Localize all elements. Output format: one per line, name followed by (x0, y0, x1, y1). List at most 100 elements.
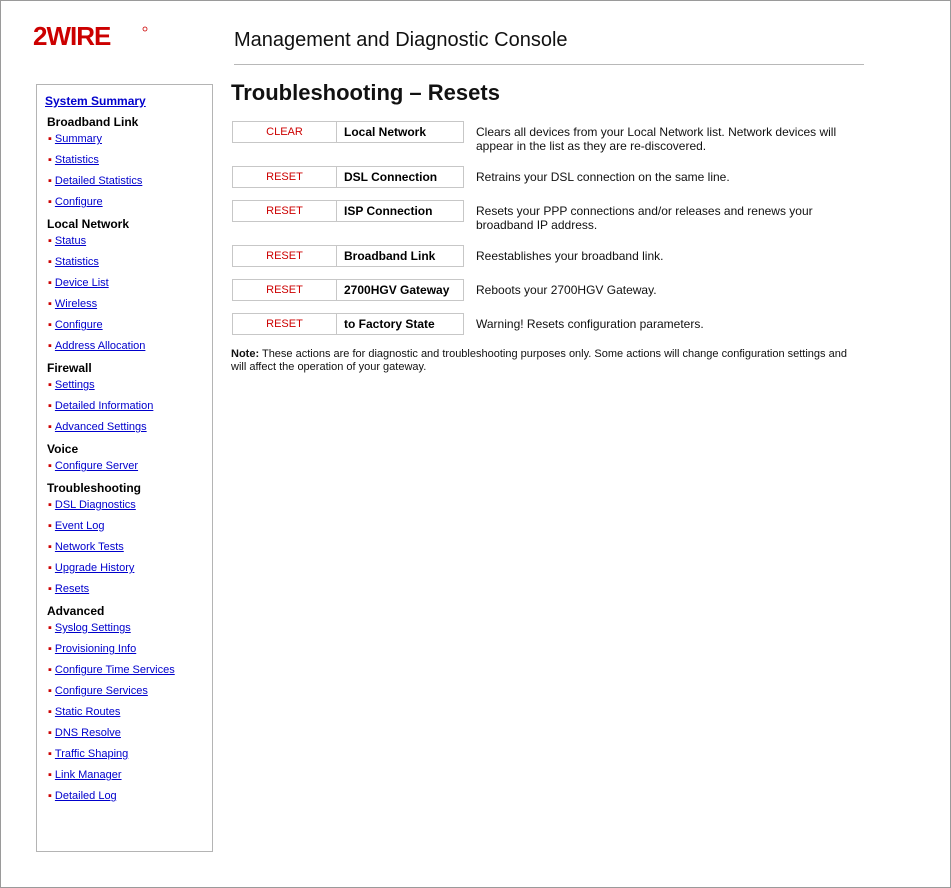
nav-item-advanced-syslog-settings: ▪ Syslog Settings (48, 621, 212, 635)
nav-link[interactable]: DNS Resolve (55, 727, 121, 739)
action-row-local-network: CLEAR Local Network Clears all devices fro… (232, 121, 872, 166)
nav-link[interactable]: Configure Services (55, 685, 148, 697)
nav-link[interactable]: Summary (55, 133, 102, 145)
action-name: DSL Connection (337, 166, 464, 188)
bullet-icon: ▪ (48, 196, 52, 208)
action-name: to Factory State (337, 313, 464, 335)
nav-link[interactable]: DSL Diagnostics (55, 499, 136, 511)
nav-item-broadband-link-summary: ▪ Summary (48, 132, 212, 146)
nav-item-advanced-configure-services: ▪ Configure Services (48, 684, 212, 698)
nav-item-troubleshooting-network-tests: ▪ Network Tests (48, 540, 212, 554)
bullet-icon: ▪ (48, 235, 52, 247)
nav-group-broadband-link: Broadband Link ▪ Summary ▪ Statistics ▪ Detail… (44, 115, 212, 209)
nav-item-local-network-configure: ▪ Configure (48, 318, 212, 332)
reset-actions-table: CLEAR Local Network Clears all devices fro… (232, 121, 872, 347)
system-summary-link[interactable]: System Summary (45, 94, 212, 108)
nav-section-title: Broadband Link (47, 115, 139, 129)
nav-link[interactable]: Configure Time Services (55, 664, 175, 676)
nav-item-advanced-link-manager: ▪ Link Manager (48, 768, 212, 782)
nav-item-advanced-configure-time-services: ▪ Configure Time Services (48, 663, 212, 677)
bullet-icon: ▪ (48, 298, 52, 310)
nav-link[interactable]: Wireless (55, 298, 97, 310)
action-description: Reestablishes your broadband link. (476, 249, 664, 263)
nav-item-voice-configure-server: ▪ Configure Server (48, 459, 212, 473)
nav-section-title: Firewall (47, 361, 92, 375)
nav-link[interactable]: Detailed Log (55, 790, 117, 802)
nav-link[interactable]: Upgrade History (55, 562, 134, 574)
nav-section-title: Troubleshooting (47, 481, 141, 495)
bullet-icon: ▪ (48, 685, 52, 697)
nav-group-troubleshooting: Troubleshooting ▪ DSL Diagnostics ▪ Event Lo… (44, 481, 212, 596)
bullet-icon: ▪ (48, 133, 52, 145)
nav-link[interactable]: Detailed Statistics (55, 175, 142, 187)
nav-group-voice: Voice ▪ Configure Server (44, 442, 212, 473)
nav-item-local-network-status: ▪ Status (48, 234, 212, 248)
note-body: These actions are for diagnostic and tro… (231, 348, 847, 373)
nav-group-firewall: Firewall ▪ Settings ▪ Detailed Information ▪ A… (44, 361, 212, 434)
nav-groups: Broadband Link ▪ Summary ▪ Statistics ▪ Detail… (44, 115, 212, 803)
nav-link[interactable]: Resets (55, 583, 89, 595)
nav-link[interactable]: Configure (55, 319, 103, 331)
reset-to-factory-state-button[interactable]: RESET (232, 313, 337, 335)
bullet-icon: ▪ (48, 769, 52, 781)
nav-item-troubleshooting-event-log: ▪ Event Log (48, 519, 212, 533)
2wire-logo: 2WIRE (33, 23, 148, 49)
nav-link[interactable]: Traffic Shaping (55, 748, 128, 760)
nav-link[interactable]: Advanced Settings (55, 421, 147, 433)
note-text: Note: These actions are for diagnostic a… (231, 348, 851, 374)
nav-item-broadband-link-configure: ▪ Configure (48, 195, 212, 209)
bullet-icon: ▪ (48, 664, 52, 676)
nav-link[interactable]: Configure (55, 196, 103, 208)
nav-link[interactable]: Statistics (55, 154, 99, 166)
action-row-broadband-link: RESET Broadband Link Reestablishes your br… (232, 245, 872, 279)
bullet-icon: ▪ (48, 583, 52, 595)
header-divider (234, 64, 864, 65)
nav-group-local-network: Local Network ▪ Status ▪ Statistics ▪ Device L… (44, 217, 212, 353)
action-name: Broadband Link (337, 245, 464, 267)
nav-link[interactable]: Link Manager (55, 769, 122, 781)
bullet-icon: ▪ (48, 175, 52, 187)
bullet-icon: ▪ (48, 319, 52, 331)
bullet-icon: ▪ (48, 622, 52, 634)
nav-link[interactable]: Event Log (55, 520, 105, 532)
nav-item-firewall-advanced-settings: ▪ Advanced Settings (48, 420, 212, 434)
nav-item-local-network-address-allocation: ▪ Address Allocation (48, 339, 212, 353)
console-title: Management and Diagnostic Console (234, 29, 568, 51)
bullet-icon: ▪ (48, 727, 52, 739)
reset-2700hgv-gateway-button[interactable]: RESET (232, 279, 337, 301)
bullet-icon: ▪ (48, 256, 52, 268)
nav-section-title: Voice (47, 442, 79, 456)
nav-link[interactable]: Statistics (55, 256, 99, 268)
bullet-icon: ▪ (48, 154, 52, 166)
nav-link[interactable]: Settings (55, 379, 95, 391)
nav-link[interactable]: Syslog Settings (55, 622, 131, 634)
nav-link[interactable]: Configure Server (55, 460, 138, 472)
nav-item-advanced-traffic-shaping: ▪ Traffic Shaping (48, 747, 212, 761)
clear-local-network-button[interactable]: CLEAR (232, 121, 337, 143)
nav-link[interactable]: Detailed Information (55, 400, 153, 412)
bullet-icon: ▪ (48, 340, 52, 352)
nav-item-advanced-detailed-log: ▪ Detailed Log (48, 789, 212, 803)
reset-isp-connection-button[interactable]: RESET (232, 200, 337, 222)
nav-item-firewall-detailed-information: ▪ Detailed Information (48, 399, 212, 413)
action-row-dsl-connection: RESET DSL Connection Retrains your DSL con… (232, 166, 872, 200)
nav-link[interactable]: Provisioning Info (55, 643, 136, 655)
nav-link[interactable]: Address Allocation (55, 340, 146, 352)
action-name: Local Network (337, 121, 464, 143)
bullet-icon: ▪ (48, 520, 52, 532)
reset-broadband-link-button[interactable]: RESET (232, 245, 337, 267)
nav-link[interactable]: Network Tests (55, 541, 124, 553)
nav-link[interactable]: Status (55, 235, 86, 247)
nav-link[interactable]: Device List (55, 277, 109, 289)
nav-item-advanced-dns-resolve: ▪ DNS Resolve (48, 726, 212, 740)
bullet-icon: ▪ (48, 562, 52, 574)
nav-item-advanced-static-routes: ▪ Static Routes (48, 705, 212, 719)
reset-dsl-connection-button[interactable]: RESET (232, 166, 337, 188)
nav-item-advanced-provisioning-info: ▪ Provisioning Info (48, 642, 212, 656)
action-description: Reboots your 2700HGV Gateway. (476, 283, 657, 297)
bullet-icon: ▪ (48, 379, 52, 391)
action-description: Warning! Resets configuration parameters… (476, 317, 704, 331)
nav-link[interactable]: Static Routes (55, 706, 120, 718)
bullet-icon: ▪ (48, 460, 52, 472)
nav-section-title: Advanced (47, 604, 105, 618)
